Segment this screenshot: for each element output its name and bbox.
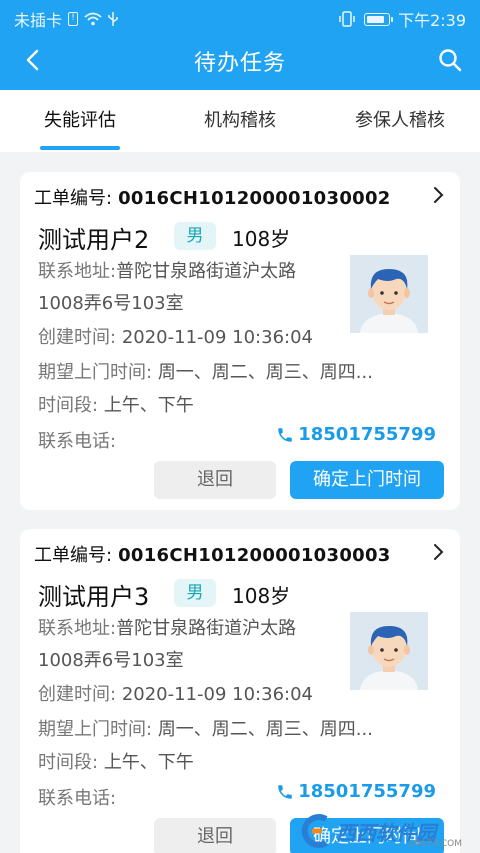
phone-label: 联系电话:	[38, 788, 117, 809]
task-card[interactable]: 工单编号: 0016CH101200001030003 测试用户3 男 108岁 …	[20, 529, 460, 853]
page-title: 待办任务	[193, 51, 286, 76]
tab-institution-audit[interactable]: 机构稽核	[160, 90, 320, 152]
app-header: 未插卡 ! 下午2:39 待办任务	[0, 0, 480, 90]
clock: 下午2:39	[398, 11, 466, 30]
expected-visit-value: 周一、周二、周三、周四...	[157, 719, 373, 740]
tab-bar: 失能评估 机构稽核 参保人稽核	[0, 90, 480, 152]
vibrate-icon	[338, 11, 356, 27]
phone-link[interactable]: 18501755799	[276, 424, 436, 445]
address-field: 联系地址:普陀甘泉路街道沪太路1008弄6号103室	[38, 613, 338, 677]
order-value: 0016CH101200001030003	[118, 545, 391, 566]
created-time-field: 创建时间: 2020-11-09 10:36:04	[38, 680, 313, 706]
user-age: 108岁	[232, 584, 291, 608]
time-period-label: 时间段:	[38, 752, 99, 773]
phone-link[interactable]: 18501755799	[276, 781, 436, 802]
phone-label: 联系电话:	[38, 431, 117, 452]
expected-visit-field: 期望上门时间: 周一、周二、周三、周四...	[38, 715, 373, 741]
usb-icon	[108, 11, 118, 27]
created-value: 2020-11-09 10:36:04	[121, 684, 313, 705]
gender-badge: 男	[174, 579, 216, 607]
time-period-field: 时间段: 上午、下午	[38, 391, 194, 417]
return-button[interactable]: 退回	[154, 818, 276, 853]
address-field: 联系地址:普陀甘泉路街道沪太路1008弄6号103室	[38, 256, 338, 320]
created-label: 创建时间:	[38, 327, 117, 348]
confirm-visit-time-button[interactable]: 确定上门时间	[290, 461, 444, 499]
site-watermark: 西西软件园 CR173.COM	[296, 813, 474, 849]
expected-visit-label: 期望上门时间:	[38, 362, 153, 383]
carrier-label: 未插卡	[14, 11, 63, 30]
created-label: 创建时间:	[38, 684, 117, 705]
order-number: 工单编号: 0016CH101200001030002	[34, 184, 391, 210]
watermark-logo-icon	[301, 814, 328, 848]
return-button[interactable]: 退回	[154, 461, 276, 499]
order-label: 工单编号:	[34, 188, 113, 209]
phone-icon	[278, 784, 292, 799]
time-period-value: 上午、下午	[103, 752, 194, 773]
expected-visit-field: 期望上门时间: 周一、周二、周三、周四...	[38, 358, 373, 384]
avatar	[350, 255, 428, 333]
phone-value: 18501755799	[298, 781, 436, 802]
tab-active-indicator	[40, 146, 120, 150]
phone-value: 18501755799	[298, 424, 436, 445]
time-period-label: 时间段:	[38, 395, 99, 416]
status-bar: 未插卡 ! 下午2:39	[0, 0, 480, 34]
avatar	[350, 612, 428, 690]
user-name: 测试用户3	[38, 583, 150, 611]
order-value: 0016CH101200001030002	[118, 188, 391, 209]
expected-visit-value: 周一、周二、周三、周四...	[157, 362, 373, 383]
user-name: 测试用户2	[38, 226, 150, 254]
phone-icon	[278, 427, 292, 442]
address-label: 联系地址:	[38, 618, 117, 639]
wifi-icon	[84, 12, 102, 26]
order-number: 工单编号: 0016CH101200001030003	[34, 541, 391, 567]
time-period-field: 时间段: 上午、下午	[38, 748, 194, 774]
time-period-value: 上午、下午	[103, 395, 194, 416]
search-button[interactable]	[434, 44, 466, 76]
created-time-field: 创建时间: 2020-11-09 10:36:04	[38, 323, 313, 349]
battery-icon	[364, 12, 394, 26]
chevron-right-icon[interactable]	[432, 186, 444, 204]
chevron-right-icon[interactable]	[432, 543, 444, 561]
tab-insured-audit[interactable]: 参保人稽核	[320, 90, 480, 152]
user-avatar-icon	[350, 255, 428, 333]
watermark-site: CR173.COM	[408, 839, 462, 849]
created-value: 2020-11-09 10:36:04	[121, 327, 313, 348]
user-age: 108岁	[232, 227, 291, 251]
user-avatar-icon	[350, 612, 428, 690]
order-label: 工单编号:	[34, 545, 113, 566]
search-icon	[439, 49, 462, 72]
tab-disability-assessment[interactable]: 失能评估	[0, 90, 160, 152]
task-card[interactable]: 工单编号: 0016CH101200001030002 测试用户2 男 108岁 …	[20, 172, 460, 510]
gender-badge: 男	[174, 222, 216, 250]
sim-icon: !	[68, 12, 79, 26]
expected-visit-label: 期望上门时间:	[38, 719, 153, 740]
address-label: 联系地址:	[38, 261, 117, 282]
